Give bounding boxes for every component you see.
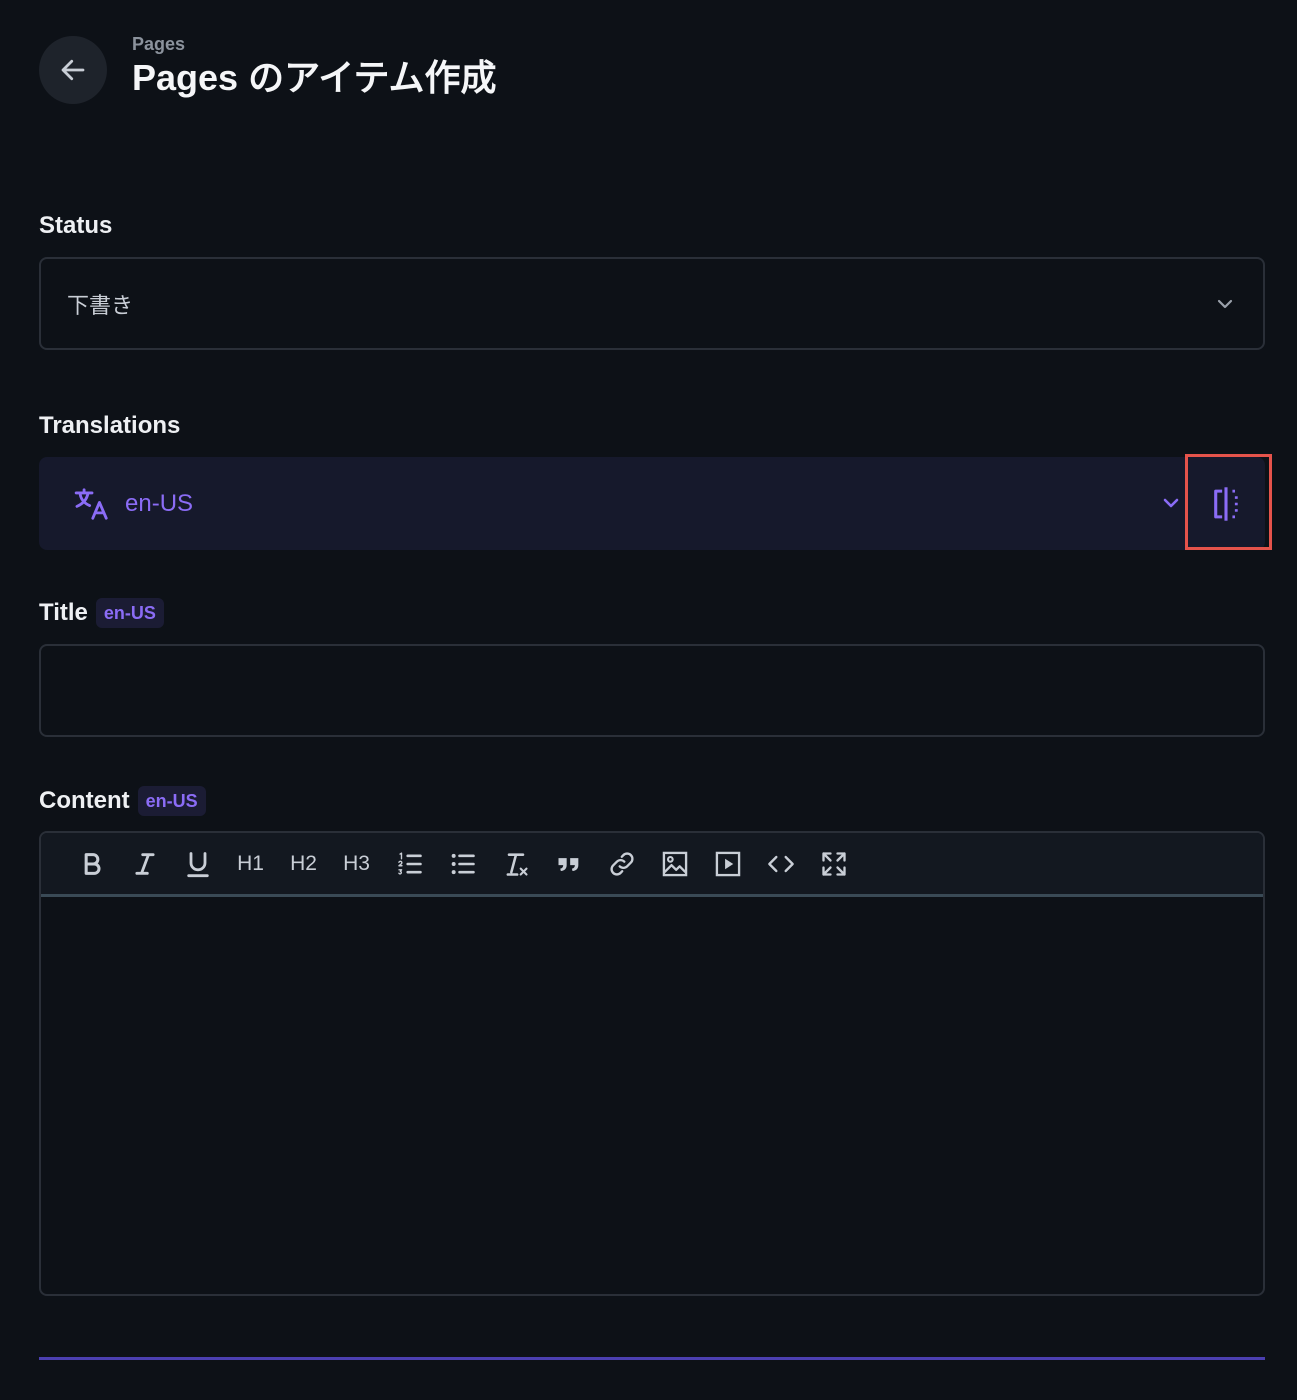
status-select[interactable]: 下書き	[39, 257, 1265, 350]
blockquote-button[interactable]	[542, 842, 595, 886]
page: Pages Pages のアイテム作成 Status 下書き Translati…	[0, 0, 1297, 1400]
heading-1-button[interactable]: H1	[224, 842, 277, 886]
title-lang-badge: en-US	[95, 598, 164, 628]
content-label: Content en-US	[39, 786, 206, 816]
italic-icon	[134, 852, 155, 875]
breadcrumb[interactable]: Pages	[132, 34, 496, 54]
heading-2-button[interactable]: H2	[277, 842, 330, 886]
video-icon	[715, 851, 740, 876]
video-button[interactable]	[701, 842, 754, 886]
h2-label: H2	[290, 851, 317, 875]
underline-button[interactable]	[171, 842, 224, 886]
translations-select[interactable]: en-US	[39, 457, 1265, 550]
underline-icon	[186, 851, 209, 877]
title-label: Title en-US	[39, 598, 164, 628]
split-view-button[interactable]	[1186, 457, 1265, 550]
content-editor: H1 H2 H3	[39, 831, 1265, 1296]
editor-toolbar: H1 H2 H3	[41, 833, 1263, 897]
status-value: 下書き	[67, 292, 134, 318]
content-textarea[interactable]	[41, 900, 1263, 1294]
chevron-down-icon[interactable]	[1159, 491, 1183, 515]
code-button[interactable]	[754, 842, 807, 886]
italic-button[interactable]	[118, 842, 171, 886]
title-label-text: Title	[39, 599, 88, 626]
translations-value: en-US	[125, 489, 194, 517]
page-header: Pages Pages のアイテム作成	[39, 34, 496, 104]
bullet-list-icon	[451, 853, 475, 874]
ordered-list-button[interactable]	[383, 842, 436, 886]
clear-format-button[interactable]	[489, 842, 542, 886]
h3-label: H3	[343, 851, 370, 875]
content-lang-badge: en-US	[137, 786, 206, 816]
link-button[interactable]	[595, 842, 648, 886]
bold-icon	[84, 852, 100, 875]
arrow-left-icon	[61, 59, 85, 81]
translate-icon	[74, 487, 108, 520]
status-label-text: Status	[39, 212, 113, 239]
bullet-list-button[interactable]	[436, 842, 489, 886]
image-icon	[662, 851, 687, 876]
image-button[interactable]	[648, 842, 701, 886]
status-label: Status	[39, 212, 112, 240]
quote-icon	[558, 857, 578, 871]
fullscreen-button[interactable]	[807, 842, 860, 886]
h1-label: H1	[237, 851, 264, 875]
link-icon	[609, 851, 634, 876]
ordered-list-icon	[397, 851, 422, 875]
fullscreen-icon	[821, 851, 846, 876]
chevron-down-icon	[1217, 299, 1233, 308]
translations-label-text: Translations	[39, 412, 181, 439]
bottom-divider	[39, 1357, 1265, 1360]
back-button[interactable]	[39, 36, 107, 104]
translations-label: Translations	[39, 412, 180, 440]
split-view-icon	[1213, 486, 1238, 521]
heading-3-button[interactable]: H3	[330, 842, 383, 886]
clear-format-icon	[506, 852, 528, 876]
content-label-text: Content	[39, 787, 130, 814]
bold-button[interactable]	[65, 842, 118, 886]
code-icon	[767, 855, 794, 872]
title-input[interactable]	[39, 644, 1265, 737]
page-title: Pages のアイテム作成	[132, 57, 497, 98]
header-titles: Pages Pages のアイテム作成	[132, 34, 496, 100]
